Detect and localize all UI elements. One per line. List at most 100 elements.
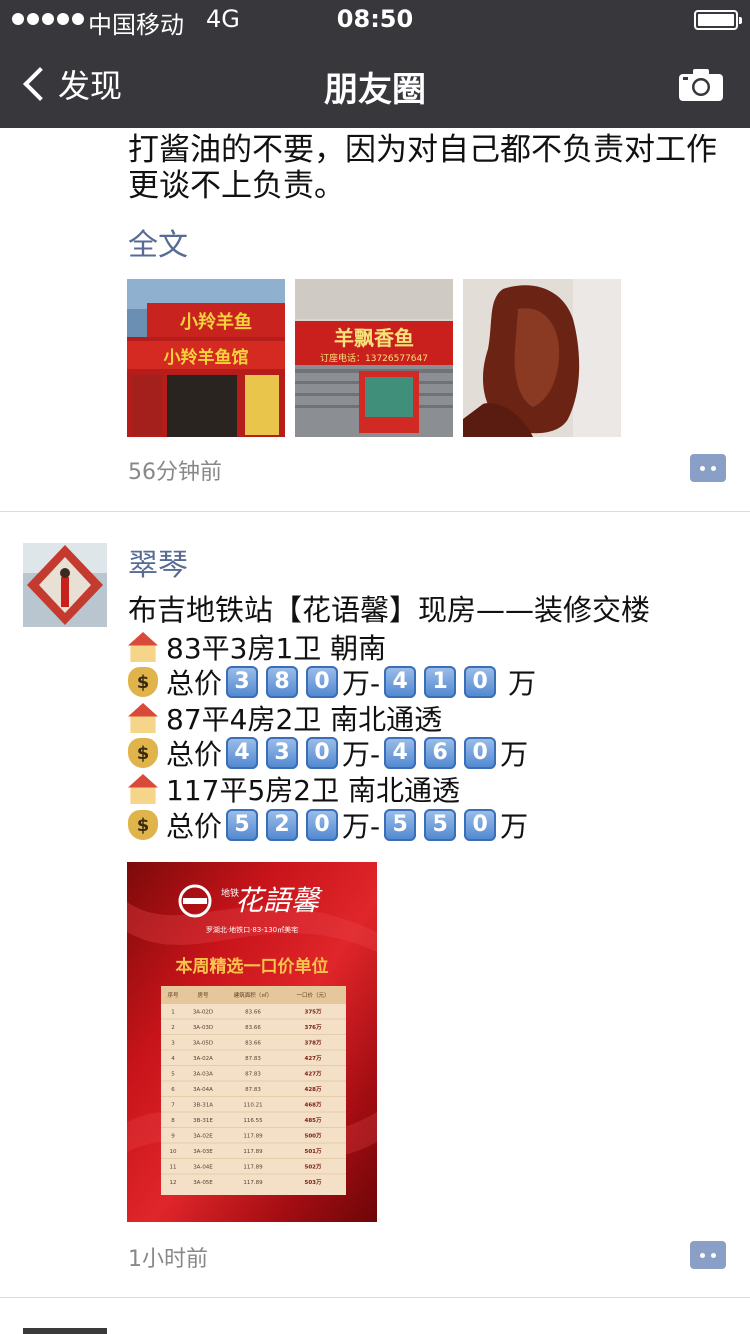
dot-icon	[711, 465, 716, 471]
poster-brand: 花語馨	[235, 884, 323, 917]
poster-table-cell: 503万	[305, 1179, 322, 1186]
post-image-restaurant-front[interactable]: 小羚羊鱼 小羚羊鱼馆	[127, 279, 285, 437]
digit-keycap: 5	[384, 809, 417, 841]
avatar[interactable]	[23, 1328, 107, 1334]
battery-icon	[694, 10, 742, 30]
digit-keycap: 4	[226, 737, 259, 769]
poster-table-cell: 502万	[305, 1164, 322, 1171]
listing-line: 83平3房1卫 朝南	[128, 629, 386, 665]
poster-table-cell: 3A-05D	[193, 1041, 213, 1047]
poster-table-cell: 501万	[305, 1148, 322, 1155]
poster-table-cell: 87.83	[245, 1072, 261, 1078]
post-divider	[0, 1297, 750, 1298]
digit-keycap: 5	[226, 809, 259, 841]
digit-keycap: 0	[464, 809, 497, 841]
poster-table-cell: 117.89	[243, 1134, 263, 1140]
dot-icon	[700, 465, 705, 471]
post-image-braised-food[interactable]	[463, 279, 621, 437]
poster-table-cell: 3A-04A	[193, 1087, 213, 1093]
poster-table-cell: 11	[170, 1165, 177, 1171]
poster-table-cell: 3A-03E	[193, 1149, 213, 1155]
digit-keycap: 3	[266, 737, 299, 769]
house-icon	[128, 774, 158, 804]
digit-keycap: 0	[464, 666, 497, 698]
listing-line: 87平4房2卫 南北通透	[128, 700, 442, 736]
house-icon	[128, 632, 158, 662]
digit-keycap: 5	[424, 809, 457, 841]
poster-table-cell: 3A-02E	[193, 1134, 213, 1140]
poster-table-cell: 376万	[305, 1024, 322, 1031]
post-headline: 布吉地铁站【花语馨】现房——装修交楼	[128, 593, 651, 627]
poster-table-cell: 83.66	[245, 1010, 261, 1016]
poster-table-cell: 2	[171, 1025, 175, 1031]
poster-table-cell: 117.89	[243, 1180, 263, 1186]
poster-table-cell: 116.55	[243, 1118, 263, 1124]
poster-table-cell: 3B-31E	[193, 1118, 213, 1124]
digit-keycap: 4	[384, 666, 417, 698]
user-name[interactable]: 翠琴	[128, 540, 188, 584]
poster-table-cell: 9	[171, 1134, 175, 1140]
poster-table-cell: 83.66	[245, 1025, 261, 1031]
poster-table-cell: 5	[171, 1072, 175, 1078]
status-time: 08:50	[336, 5, 414, 33]
digit-keycap: 1	[424, 666, 457, 698]
post-divider	[0, 511, 750, 512]
digit-keycap: 0	[306, 666, 339, 698]
digit-keycap: 0	[306, 809, 339, 841]
poster-table-cell: 117.89	[243, 1149, 263, 1155]
camera-icon[interactable]	[678, 68, 724, 102]
post-image-price-poster[interactable]: 地铁 花語馨 罗湖北·地铁口·83-130㎡美宅 本周精选一口价单位 序号 房号建…	[127, 862, 377, 1222]
poster-table-cell: 1	[171, 1010, 175, 1016]
poster-table-header-cell: 房号	[197, 991, 209, 999]
poster-table-cell: 117.89	[243, 1165, 263, 1171]
dot-icon	[700, 1252, 705, 1258]
comment-button[interactable]	[690, 454, 726, 482]
post-time: 56分钟前	[128, 460, 222, 485]
poster-table-cell: 8	[171, 1118, 175, 1124]
chevron-left-icon	[23, 67, 57, 101]
digit-keycap: 4	[384, 737, 417, 769]
poster-table-cell: 3A-05E	[193, 1180, 213, 1186]
poster-table-cell: 87.83	[245, 1087, 261, 1093]
poster-table-cell: 427万	[305, 1071, 322, 1078]
post-time: 1小时前	[128, 1247, 208, 1272]
price-line: $ 总价 5 2 0 万- 5 5 0 万	[128, 807, 528, 843]
post-image-storefront-sign[interactable]: 羊飘香鱼 订座电话：13726577647	[295, 279, 453, 437]
post-text-line: 打酱油的不要，因为对自己都不负责对工作	[128, 132, 717, 168]
poster-table-cell: 468万	[305, 1102, 322, 1109]
poster-table-cell: 3A-03A	[193, 1072, 213, 1078]
poster-table-cell: 3B-31A	[193, 1103, 213, 1109]
poster-table-cell: 6	[171, 1087, 175, 1093]
back-button[interactable]: 发现	[20, 64, 122, 105]
poster-table-cell: 3A-04E	[193, 1165, 213, 1171]
digit-keycap: 8	[266, 666, 299, 698]
poster-table-cell: 4	[171, 1056, 175, 1062]
poster-table-cell: 83.66	[245, 1041, 261, 1047]
poster-table-cell: 3A-02A	[193, 1056, 213, 1062]
digit-keycap: 6	[424, 737, 457, 769]
poster-table-cell: 12	[170, 1180, 177, 1186]
status-bar: 中国移动 4G 08:50	[0, 0, 750, 40]
avatar[interactable]	[23, 543, 107, 627]
poster-table-header-cell: 序号	[167, 991, 179, 999]
price-line: $ 总价 4 3 0 万- 4 6 0 万	[128, 735, 528, 771]
sign-text: 小羚羊鱼馆	[164, 347, 249, 368]
poster-table-header-cell: 一口价（元）	[296, 992, 329, 999]
sign-text: 小羚羊鱼	[180, 311, 252, 333]
money-bag-icon: $	[128, 667, 158, 697]
post-text-line: 更谈不上负责。	[128, 168, 345, 204]
poster-table-cell: 378万	[305, 1040, 322, 1047]
poster-heading: 本周精选一口价单位	[176, 956, 329, 977]
dot-icon	[711, 1252, 716, 1258]
poster-table-cell: 7	[171, 1103, 175, 1109]
poster-table-cell: 428万	[305, 1086, 322, 1093]
digit-keycap: 0	[306, 737, 339, 769]
comment-button[interactable]	[690, 1241, 726, 1269]
poster-table-cell: 110.21	[243, 1103, 262, 1109]
poster-table-cell: 375万	[305, 1009, 322, 1016]
sign-text: 订座电话：13726577647	[320, 352, 428, 364]
money-bag-icon: $	[128, 738, 158, 768]
poster-table-cell: 3A-03D	[193, 1025, 213, 1031]
poster-subtitle: 罗湖北·地铁口·83-130㎡美宅	[206, 925, 298, 934]
full-text-link[interactable]: 全文	[128, 220, 188, 264]
